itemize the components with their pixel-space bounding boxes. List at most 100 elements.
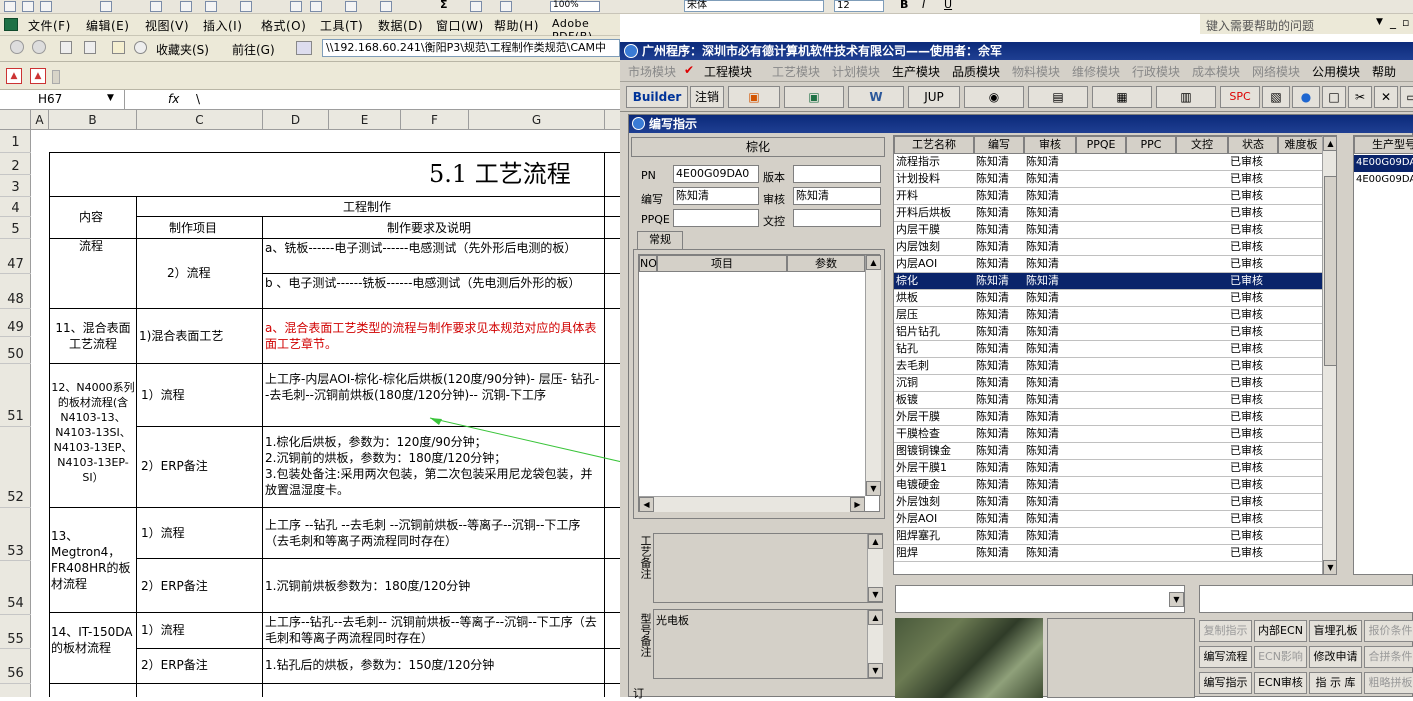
menu-cost[interactable]: 成本模块: [1192, 63, 1240, 80]
grid-row[interactable]: 板镀 陈知清 陈知清 已审核: [894, 392, 1322, 409]
scroll-down-icon[interactable]: ▼: [868, 587, 883, 602]
underline-icon[interactable]: U: [944, 0, 952, 11]
ppqe-field[interactable]: [673, 209, 759, 227]
close-icon[interactable]: ✕: [1374, 86, 1398, 108]
menu-plan[interactable]: 计划模块: [832, 63, 880, 80]
action-button[interactable]: ECN审核: [1254, 672, 1307, 694]
model-combo[interactable]: [1199, 585, 1413, 613]
action-button[interactable]: 复制指示: [1199, 620, 1252, 642]
row-header[interactable]: 3: [0, 180, 31, 195]
toolbar-options-icon[interactable]: [52, 70, 60, 84]
action-button[interactable]: 编写指示: [1199, 672, 1252, 694]
logout-button[interactable]: 注销: [690, 86, 724, 108]
action-button[interactable]: 盲埋孔板: [1309, 620, 1362, 642]
scroll-left-icon[interactable]: ◀: [639, 497, 654, 512]
row-header[interactable]: 4: [0, 201, 31, 216]
grid-row[interactable]: 开料后烘板 陈知清 陈知清 已审核: [894, 205, 1322, 222]
select-all-corner[interactable]: [0, 110, 31, 130]
menu-help-app[interactable]: 帮助: [1372, 63, 1396, 80]
zoom-box[interactable]: 100%: [550, 0, 600, 12]
stop-icon[interactable]: [60, 41, 72, 54]
author-field[interactable]: 陈知清: [673, 187, 759, 205]
builder-button[interactable]: Builder: [626, 86, 688, 108]
menu-material[interactable]: 物料模块: [1012, 63, 1060, 80]
bold-icon[interactable]: B: [900, 0, 908, 11]
action-button[interactable]: 内部ECN: [1254, 620, 1307, 642]
action-button[interactable]: 合拼条件: [1364, 646, 1413, 668]
font-size-box[interactable]: 12: [834, 0, 884, 12]
grid-row[interactable]: 外层蚀刻 陈知清 陈知清 已审核: [894, 494, 1322, 511]
action-button[interactable]: 编写流程: [1199, 646, 1252, 668]
grid-row[interactable]: 流程指示 陈知清 陈知清 已审核: [894, 154, 1322, 171]
paste-icon[interactable]: [290, 1, 302, 12]
scroll-up-icon[interactable]: ▲: [868, 534, 883, 549]
pdf-mail-icon[interactable]: ▲: [30, 68, 46, 84]
reviewer-field[interactable]: 陈知清: [793, 187, 881, 205]
menu-engineering[interactable]: 工程模块: [704, 63, 752, 80]
grid-row[interactable]: 外层干膜1 陈知清 陈知清 已审核: [894, 460, 1322, 477]
grid-row[interactable]: 外层干膜 陈知清 陈知清 已审核: [894, 409, 1322, 426]
globe-icon[interactable]: ●: [1292, 86, 1320, 108]
model-list-item[interactable]: 4E00G09DA0: [1354, 155, 1413, 172]
spelling-icon[interactable]: [180, 1, 192, 12]
favorites-menu[interactable]: 收藏夹(S): [156, 41, 209, 58]
tab-general[interactable]: 常规: [637, 231, 683, 249]
new-doc-icon[interactable]: □: [1322, 86, 1346, 108]
scroll-down-icon[interactable]: ▼: [866, 481, 881, 496]
autosum-icon[interactable]: Σ: [440, 0, 448, 11]
menu-view[interactable]: 视图(V): [145, 17, 189, 34]
row-header[interactable]: 50: [0, 347, 31, 362]
tools-icon[interactable]: ▦: [1092, 86, 1152, 108]
grid-row[interactable]: 电镀硬金 陈知清 陈知清 已审核: [894, 477, 1322, 494]
action-button[interactable]: 指 示 库: [1309, 672, 1362, 694]
row-header[interactable]: 51: [0, 409, 31, 424]
note-vscroll[interactable]: ▲ ▼: [867, 610, 883, 678]
copy-icon[interactable]: [240, 1, 252, 12]
row-header[interactable]: 54: [0, 596, 31, 611]
row-header[interactable]: 55: [0, 632, 31, 647]
format-painter-icon[interactable]: [310, 1, 322, 12]
scroll-up-icon[interactable]: ▲: [868, 610, 883, 625]
menu-quality[interactable]: 品质模块: [952, 63, 1000, 80]
menu-edit[interactable]: 编辑(E): [86, 17, 129, 34]
column-header[interactable]: G: [469, 110, 605, 130]
address-field[interactable]: \\192.168.60.241\衡阳P3\规范\工程制作类规范\CAM中: [322, 39, 620, 57]
scroll-thumb[interactable]: [1324, 176, 1336, 366]
menu-admin[interactable]: 行政模块: [1132, 63, 1180, 80]
menu-format[interactable]: 格式(O): [261, 17, 306, 34]
grid-row[interactable]: 铝片钻孔 陈知清 陈知清 已审核: [894, 324, 1322, 341]
ppt-icon[interactable]: ▣: [728, 86, 780, 108]
restore-icon[interactable]: ▫: [1402, 16, 1409, 29]
grid-row[interactable]: 棕化 陈知清 陈知清 已审核: [894, 273, 1322, 290]
menu-maintenance[interactable]: 维修模块: [1072, 63, 1120, 80]
scroll-down-icon[interactable]: ▼: [868, 663, 883, 678]
database-icon[interactable]: ▤: [1028, 86, 1088, 108]
grid-row[interactable]: 干膜检查 陈知清 陈知清 已审核: [894, 426, 1322, 443]
row-header[interactable]: 5: [0, 222, 31, 237]
grid-vscroll[interactable]: ▲ ▼: [1322, 136, 1336, 574]
grid-row[interactable]: 内层AOI 陈知清 陈知清 已审核: [894, 256, 1322, 273]
grid-row[interactable]: 沉铜 陈知清 陈知清 已审核: [894, 375, 1322, 392]
grid-row[interactable]: 去毛刺 陈知清 陈知清 已审核: [894, 358, 1322, 375]
goto-menu[interactable]: 前往(G): [232, 41, 275, 58]
grid-body[interactable]: 流程指示 陈知清 陈知清 已审核 计划投料 陈知清 陈知清 已审核 开料 陈知清 陈知清 已审核 开料后…: [894, 154, 1324, 574]
calendar-icon[interactable]: ▧: [1262, 86, 1290, 108]
minimize-icon[interactable]: _: [1390, 15, 1396, 29]
action-button[interactable]: 粗略拼板: [1364, 672, 1413, 694]
menu-production[interactable]: 生产模块: [892, 63, 940, 80]
grid-row[interactable]: 阻焊塞孔 陈知清 陈知清 已审核: [894, 528, 1322, 545]
column-header[interactable]: F: [401, 110, 469, 130]
undo-icon[interactable]: [345, 1, 357, 12]
model-note-field[interactable]: 光电板 ▲ ▼: [653, 609, 883, 679]
jup-button[interactable]: JUP: [908, 86, 960, 108]
row-header[interactable]: 52: [0, 490, 31, 505]
menu-help[interactable]: 帮助(H): [494, 17, 539, 34]
word-export-icon[interactable]: W: [848, 86, 904, 108]
grid-row[interactable]: 阻焊 陈知清 陈知清 已审核: [894, 545, 1322, 562]
pdf-icon[interactable]: ▲: [6, 68, 22, 84]
scroll-up-icon[interactable]: ▲: [866, 255, 881, 270]
chevron-down-icon[interactable]: ▼: [1376, 17, 1383, 27]
row-header[interactable]: 48: [0, 292, 31, 307]
scissors-icon[interactable]: ✂: [1348, 86, 1372, 108]
row-header[interactable]: 1: [0, 135, 31, 150]
